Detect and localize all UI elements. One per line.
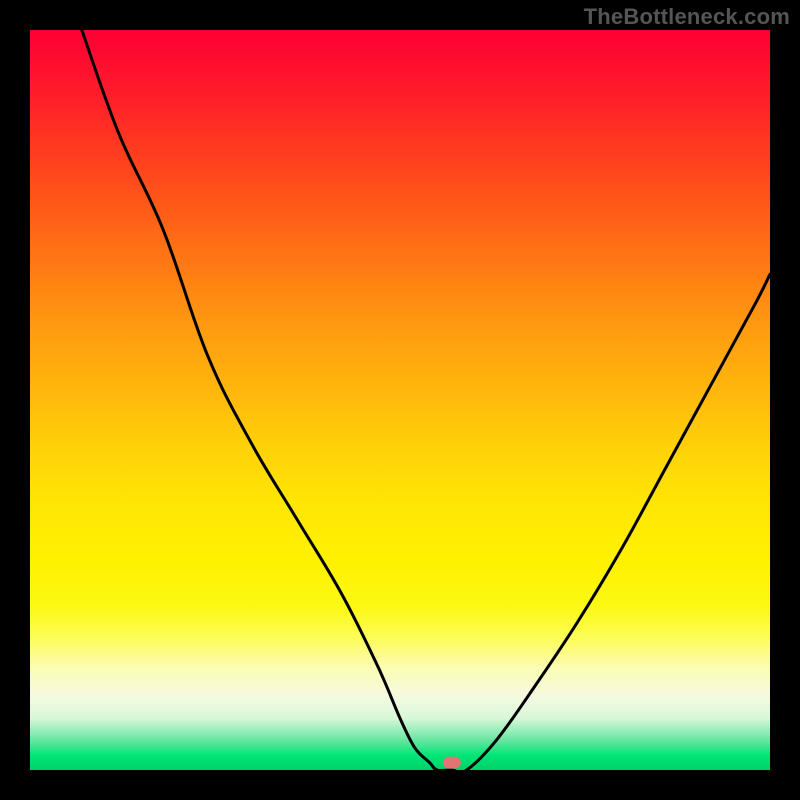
watermark-text: TheBottleneck.com: [584, 4, 790, 30]
bottleneck-chart: [30, 30, 770, 770]
optimal-marker: [443, 757, 461, 769]
chart-frame: TheBottleneck.com: [0, 0, 800, 800]
gradient-background: [30, 30, 770, 770]
plot-area: [30, 30, 770, 770]
